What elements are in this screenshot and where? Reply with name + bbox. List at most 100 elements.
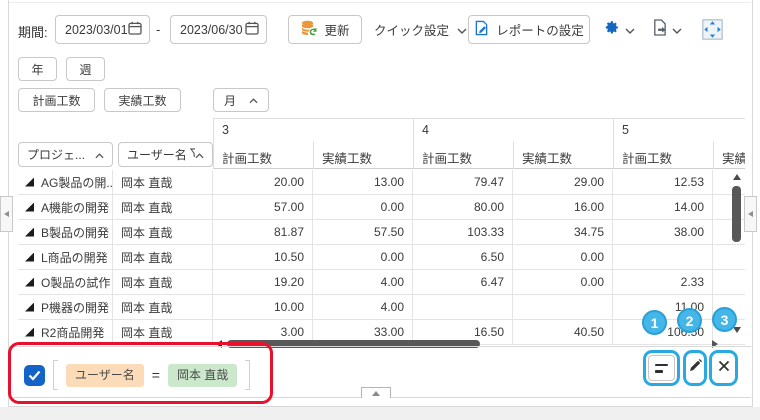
- project-cell: AG製品の開...: [18, 170, 113, 194]
- report-settings-label: レポートの設定: [496, 20, 584, 39]
- value-cell: 103.33: [413, 220, 513, 244]
- value-cell: 34.75: [513, 220, 613, 244]
- filter-list-button[interactable]: [643, 350, 680, 386]
- measure-header-clipped: 実績工数: [713, 141, 745, 169]
- value-cell: 81.87: [213, 220, 313, 244]
- filter-field-badge[interactable]: ユーザー名: [66, 364, 144, 387]
- value-cell: 19.20: [213, 270, 313, 294]
- value-cell: 6.50: [413, 245, 513, 269]
- chevron-up-icon: [195, 148, 204, 162]
- table-row[interactable]: P機器の開発 岡本 直哉 10.00 4.00 11.00: [18, 295, 745, 320]
- user-cell: 岡本 直哉: [113, 170, 213, 194]
- user-header-button[interactable]: ユーザー名: [118, 142, 213, 167]
- expand-triangle-icon[interactable]: [25, 328, 34, 337]
- value-cell: 6.47: [413, 270, 513, 294]
- range-separator: -: [156, 22, 160, 37]
- field-year-label: 年: [31, 61, 43, 78]
- project-header-button[interactable]: プロジェ...: [18, 142, 113, 167]
- field-month-label: 月: [224, 92, 236, 109]
- value-cell: 4.00: [313, 295, 413, 319]
- value-cell: 0.00: [513, 270, 613, 294]
- date-to-value: 2023/06/30: [180, 23, 243, 37]
- value-cell: 13.00: [313, 170, 413, 194]
- field-planned-hours-button[interactable]: 計画工数: [18, 88, 95, 112]
- table-row[interactable]: B製品の開発 岡本 直哉 81.87 57.50 103.33 34.75 38…: [18, 220, 745, 245]
- window-bottom-strip: [0, 407, 760, 420]
- value-cell: [413, 295, 513, 319]
- measure-header: 計画工数: [213, 141, 313, 169]
- report-settings-button[interactable]: レポートの設定: [468, 15, 590, 44]
- chevron-up-icon: [95, 148, 104, 162]
- chevron-down-icon: [672, 21, 682, 39]
- project-cell: B製品の開発: [18, 220, 113, 244]
- filter-condition-row: ユーザー名 = 岡本 直哉: [24, 362, 250, 388]
- vertical-scrollbar-thumb[interactable]: [732, 186, 741, 242]
- month-group-3: 3: [213, 118, 413, 142]
- date-from-input[interactable]: 2023/03/01: [55, 15, 150, 44]
- scroll-down-arrow[interactable]: [733, 327, 741, 333]
- filter-enabled-checkbox[interactable]: [24, 365, 45, 386]
- export-dropdown[interactable]: [652, 15, 682, 44]
- table-row[interactable]: L商品の開発 岡本 直哉 10.50 0.00 6.50 0.00: [18, 245, 745, 270]
- value-cell: 57.50: [313, 220, 413, 244]
- quick-settings-dropdown[interactable]: クイック設定: [374, 15, 467, 44]
- value-cell: 10.00: [213, 295, 313, 319]
- chevron-up-icon: [372, 391, 380, 396]
- quick-settings-label: クイック設定: [374, 20, 449, 39]
- project-cell: L商品の開発: [18, 245, 113, 269]
- project-header-label: プロジェ...: [27, 146, 85, 163]
- field-actual-label: 実績工数: [118, 92, 166, 109]
- field-planned-label: 計画工数: [32, 92, 80, 109]
- date-from-value: 2023/03/01: [65, 23, 128, 37]
- field-month-button[interactable]: 月: [213, 88, 269, 112]
- expand-triangle-icon[interactable]: [25, 228, 34, 237]
- value-cell: 4.00: [313, 270, 413, 294]
- filter-edit-button[interactable]: [683, 350, 707, 386]
- expand-triangle-icon[interactable]: [25, 203, 34, 212]
- value-cell: 2.33: [613, 270, 713, 294]
- value-cell: 20.00: [213, 170, 313, 194]
- calendar-icon[interactable]: [245, 21, 259, 38]
- user-cell: 岡本 直哉: [113, 320, 213, 344]
- panel-top-border: [9, 2, 751, 3]
- filter-close-button[interactable]: [709, 350, 738, 386]
- pencil-icon: [688, 358, 703, 378]
- expand-triangle-icon[interactable]: [25, 178, 34, 187]
- close-icon: [717, 359, 731, 378]
- calendar-icon[interactable]: [128, 21, 142, 38]
- field-week-button[interactable]: 週: [66, 57, 105, 81]
- document-export-icon: [652, 19, 667, 41]
- expand-triangle-icon[interactable]: [25, 278, 34, 287]
- filter-value-badge[interactable]: 岡本 直哉: [168, 364, 237, 387]
- value-cell: [613, 245, 713, 269]
- value-cell: 57.00: [213, 195, 313, 219]
- update-button[interactable]: 更新: [288, 15, 362, 44]
- table-row[interactable]: A機能の開発 岡本 直哉 57.00 0.00 80.00 16.00 14.0…: [18, 195, 745, 220]
- settings-gear-dropdown[interactable]: [603, 15, 635, 44]
- field-actual-hours-button[interactable]: 実績工数: [104, 88, 181, 112]
- month-group-4: 4: [413, 118, 613, 142]
- field-year-button[interactable]: 年: [18, 57, 57, 81]
- expand-triangle-icon[interactable]: [25, 253, 34, 262]
- filter-operator[interactable]: =: [152, 367, 160, 383]
- left-panel-collapse-tab[interactable]: [0, 196, 13, 232]
- month-group-5: 5: [613, 118, 745, 142]
- expand-triangle-icon[interactable]: [25, 303, 34, 312]
- date-to-input[interactable]: 2023/06/30: [170, 15, 267, 44]
- value-cell: 79.47: [413, 170, 513, 194]
- project-cell: R2商品開発: [18, 320, 113, 344]
- bottom-panel-collapse-tab[interactable]: [361, 387, 391, 398]
- chevron-up-icon: [249, 93, 258, 107]
- measure-header: 計画工数: [413, 141, 513, 169]
- table-row[interactable]: O製品の試作 岡本 直哉 19.20 4.00 6.47 0.00 2.33: [18, 270, 745, 295]
- scroll-up-arrow[interactable]: [733, 174, 741, 180]
- gear-icon: [603, 19, 620, 41]
- right-panel-collapse-tab[interactable]: [744, 196, 757, 232]
- table-row[interactable]: AG製品の開... 岡本 直哉 20.00 13.00 79.47 29.00 …: [18, 170, 745, 195]
- document-pen-icon: [474, 20, 489, 39]
- expand-fullscreen-icon[interactable]: [702, 19, 723, 45]
- callout-3: 3: [712, 307, 737, 332]
- user-cell: 岡本 直哉: [113, 195, 213, 219]
- project-cell: O製品の試作: [18, 270, 113, 294]
- value-cell-clipped: [713, 245, 745, 269]
